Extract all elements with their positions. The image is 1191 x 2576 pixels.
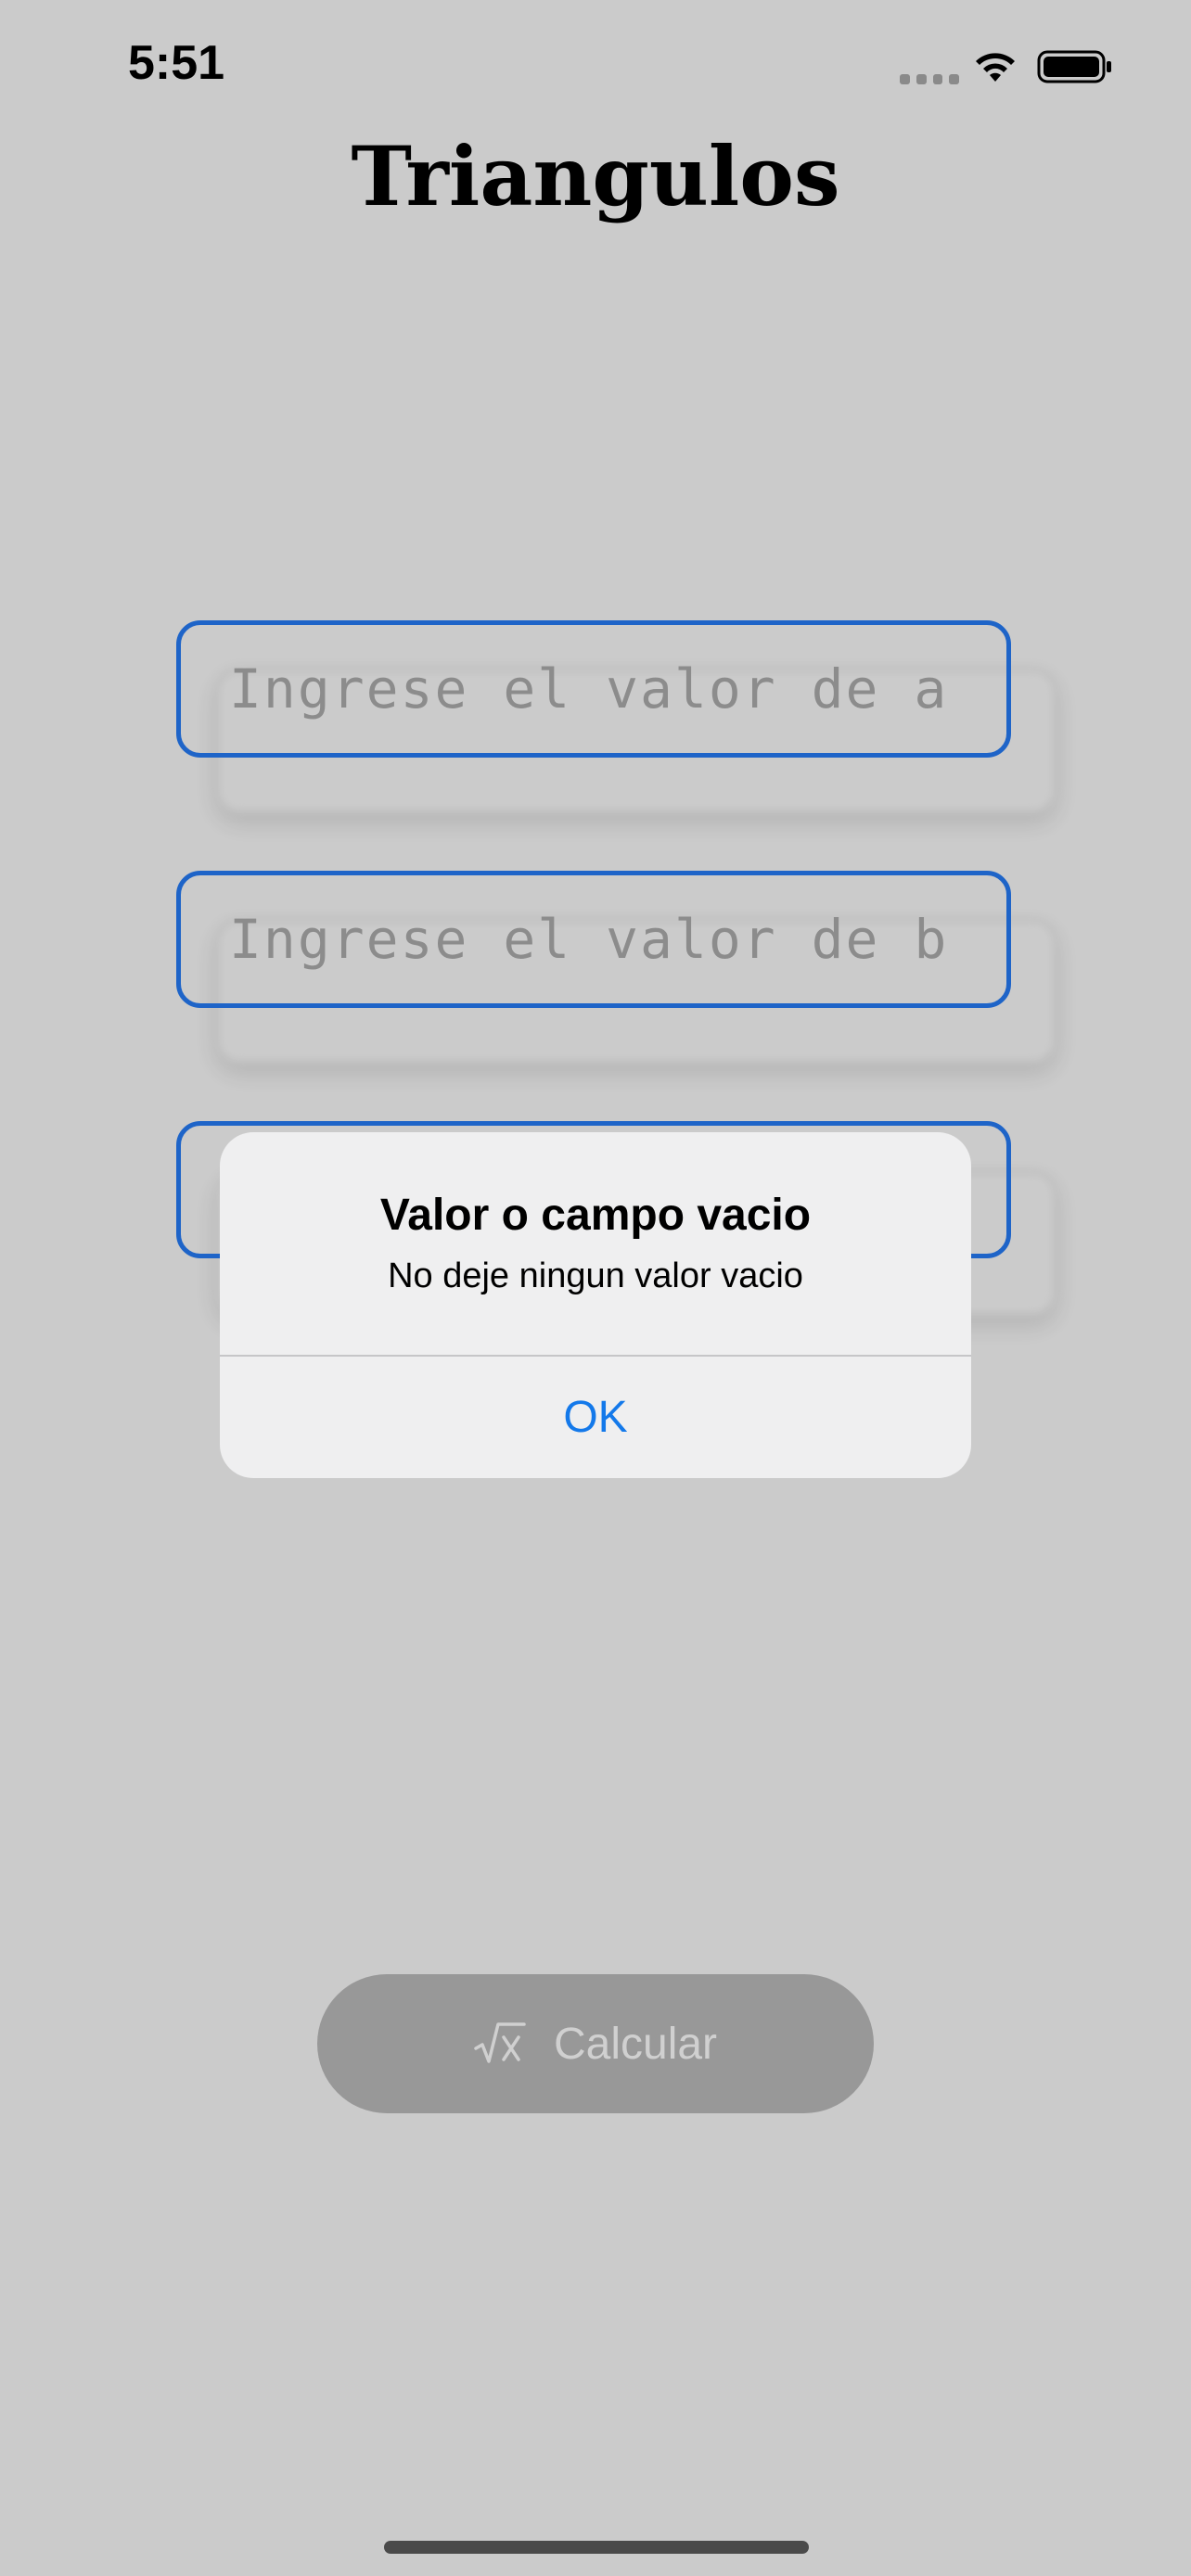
value-b-input[interactable] [227, 907, 992, 972]
battery-icon [1037, 50, 1111, 83]
calculate-button-label: Calcular [553, 2019, 718, 2069]
cellular-signal-icon [900, 74, 959, 85]
status-bar: 5:51 [0, 0, 1191, 139]
status-time: 5:51 [128, 36, 225, 90]
alert-title: Valor o campo vacio [379, 1191, 812, 1240]
field-a-container [176, 620, 1011, 758]
wifi-icon [976, 53, 1015, 82]
alert-ok-button[interactable]: OK [220, 1357, 971, 1478]
square-root-icon [474, 2021, 526, 2067]
calculate-button[interactable]: Calcular [317, 1974, 874, 2113]
value-a-input[interactable] [227, 657, 992, 721]
alert-dialog: Valor o campo vacio No deje ningun valor… [220, 1132, 971, 1478]
home-indicator[interactable] [384, 2541, 809, 2554]
field-b-container [176, 871, 1011, 1008]
alert-message: No deje ningun valor vacio [388, 1256, 803, 1295]
page-title: Triangulos [351, 128, 840, 224]
